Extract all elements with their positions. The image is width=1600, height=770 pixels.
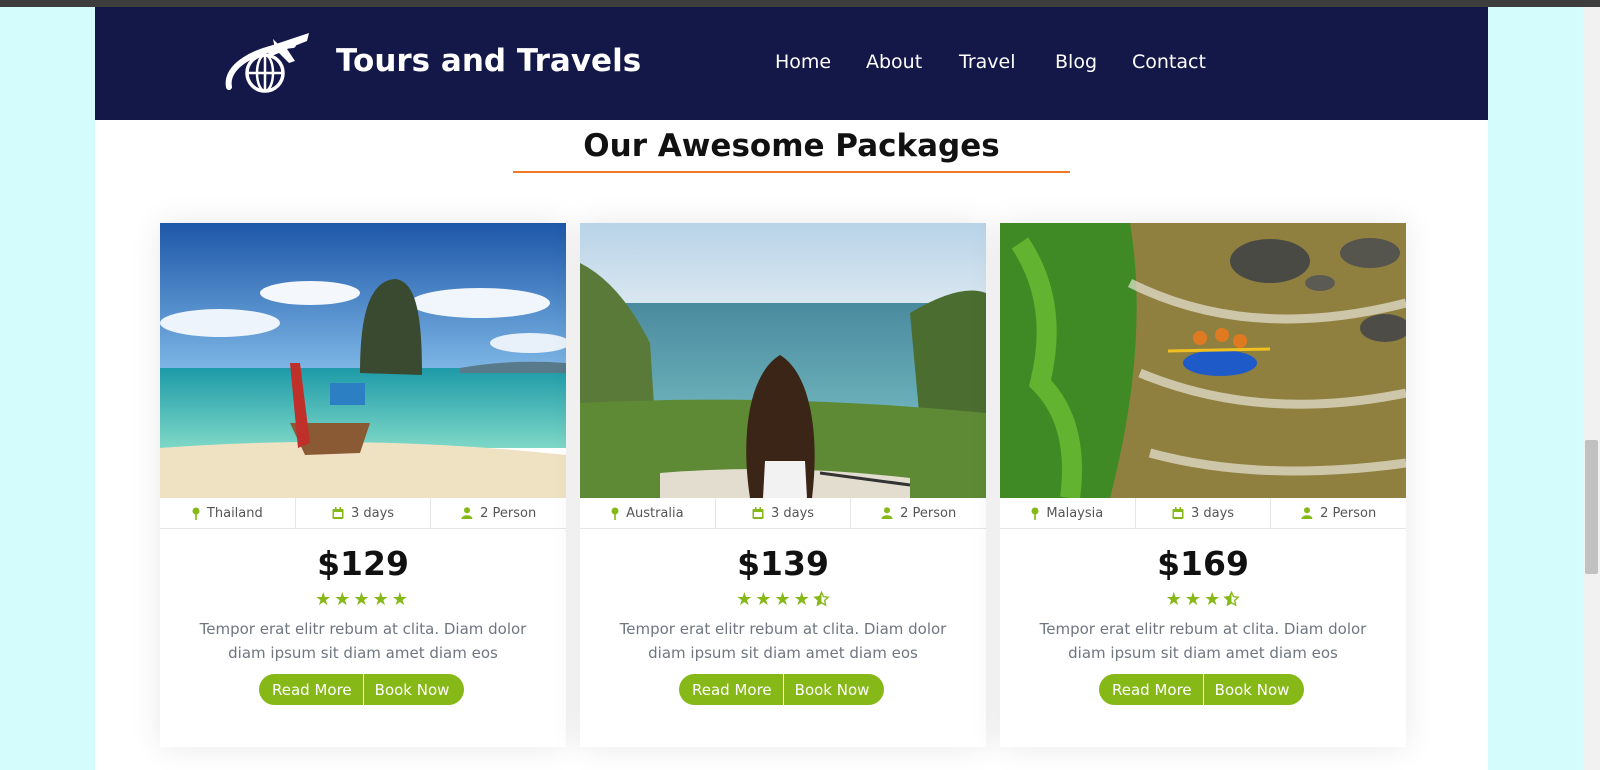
book-now-button[interactable]: Book Now [1203, 674, 1305, 705]
persons-text: 2 Person [480, 505, 537, 521]
package-description: Tempor erat elitr rebum at clita. Diam d… [199, 620, 527, 662]
browser-top-strip [0, 0, 1600, 7]
package-description: Tempor erat elitr rebum at clita. Diam d… [1039, 620, 1367, 662]
star-icon: ★ [391, 589, 411, 610]
package-price: $139 [737, 544, 829, 583]
star-icon: ★ [1165, 589, 1185, 610]
package-price: $129 [317, 544, 409, 583]
star-icon: ★ [736, 589, 756, 610]
package-card: Australia 3 days 2 Person $139 ★★★★ Temp… [580, 223, 986, 747]
book-now-button[interactable]: Book Now [783, 674, 885, 705]
star-icon: ★ [315, 589, 335, 610]
package-image [1000, 223, 1406, 498]
location-text: Australia [626, 505, 684, 521]
navbar: Tours and Travels Home About Travel Blog… [95, 7, 1488, 120]
persons-text: 2 Person [900, 505, 957, 521]
read-more-button[interactable]: Read More [259, 674, 364, 705]
meta-duration: 3 days [1136, 498, 1272, 528]
meta-duration: 3 days [296, 498, 432, 528]
star-icon: ★ [334, 589, 354, 610]
package-actions: Read More Book Now [679, 674, 885, 705]
nav-home[interactable]: Home [775, 51, 831, 73]
title-underline [513, 171, 1070, 173]
package-meta: Thailand 3 days 2 Person [160, 498, 566, 529]
location-text: Malaysia [1046, 505, 1104, 521]
star-icon: ★ [1204, 589, 1224, 610]
nav-about[interactable]: About [866, 51, 922, 73]
star-icon: ★ [793, 589, 813, 610]
book-now-button[interactable]: Book Now [363, 674, 465, 705]
read-more-button[interactable]: Read More [679, 674, 784, 705]
scrollbar-track[interactable] [1583, 7, 1600, 770]
calendar-icon [332, 507, 344, 519]
duration-text: 3 days [1190, 505, 1235, 521]
meta-duration: 3 days [716, 498, 852, 528]
section-title: Our Awesome Packages [583, 128, 1000, 164]
star-icon: ★ [372, 589, 392, 610]
package-image [160, 223, 566, 498]
user-icon [1301, 507, 1313, 519]
meta-persons: 2 Person [431, 498, 566, 528]
meta-location: Malaysia [1000, 498, 1136, 528]
map-marker-icon [192, 507, 200, 520]
rating-stars: ★★★★★ [160, 589, 566, 610]
package-card: Malaysia 3 days 2 Person $169 ★★★ Tempor… [1000, 223, 1406, 747]
package-actions: Read More Book Now [1099, 674, 1305, 705]
page-container: Tours and Travels Home About Travel Blog… [95, 7, 1488, 770]
persons-text: 2 Person [1320, 505, 1377, 521]
brand-name[interactable]: Tours and Travels [336, 43, 641, 79]
package-meta: Malaysia 3 days 2 Person [1000, 498, 1406, 529]
calendar-icon [1172, 507, 1184, 519]
star-icon: ★ [353, 589, 373, 610]
nav-contact[interactable]: Contact [1132, 51, 1206, 73]
rating-stars: ★★★ [1000, 589, 1406, 610]
package-actions: Read More Book Now [259, 674, 465, 705]
package-image [580, 223, 986, 498]
user-icon [461, 507, 473, 519]
scrollbar-thumb[interactable] [1585, 440, 1598, 574]
package-meta: Australia 3 days 2 Person [580, 498, 986, 529]
package-card: Thailand 3 days 2 Person $129 ★★★★★ Temp… [160, 223, 566, 747]
duration-text: 3 days [770, 505, 815, 521]
meta-persons: 2 Person [851, 498, 986, 528]
package-price: $169 [1157, 544, 1249, 583]
user-icon [881, 507, 893, 519]
star-icon: ★ [1184, 589, 1205, 610]
location-text: Thailand [206, 505, 263, 521]
rating-stars: ★★★★ [580, 589, 986, 610]
star-half-icon [1223, 589, 1240, 610]
star-half-icon [813, 589, 830, 610]
star-icon: ★ [755, 589, 775, 610]
nav-travel[interactable]: Travel [959, 51, 1015, 73]
read-more-button[interactable]: Read More [1099, 674, 1204, 705]
package-description: Tempor erat elitr rebum at clita. Diam d… [619, 620, 947, 662]
star-icon: ★ [774, 589, 794, 610]
map-marker-icon [1031, 507, 1039, 520]
meta-location: Australia [580, 498, 716, 528]
nav-blog[interactable]: Blog [1055, 51, 1097, 73]
calendar-icon [752, 507, 764, 519]
map-marker-icon [611, 507, 619, 520]
airplane-globe-icon[interactable] [223, 27, 311, 99]
meta-persons: 2 Person [1271, 498, 1406, 528]
meta-location: Thailand [160, 498, 296, 528]
duration-text: 3 days [350, 505, 395, 521]
